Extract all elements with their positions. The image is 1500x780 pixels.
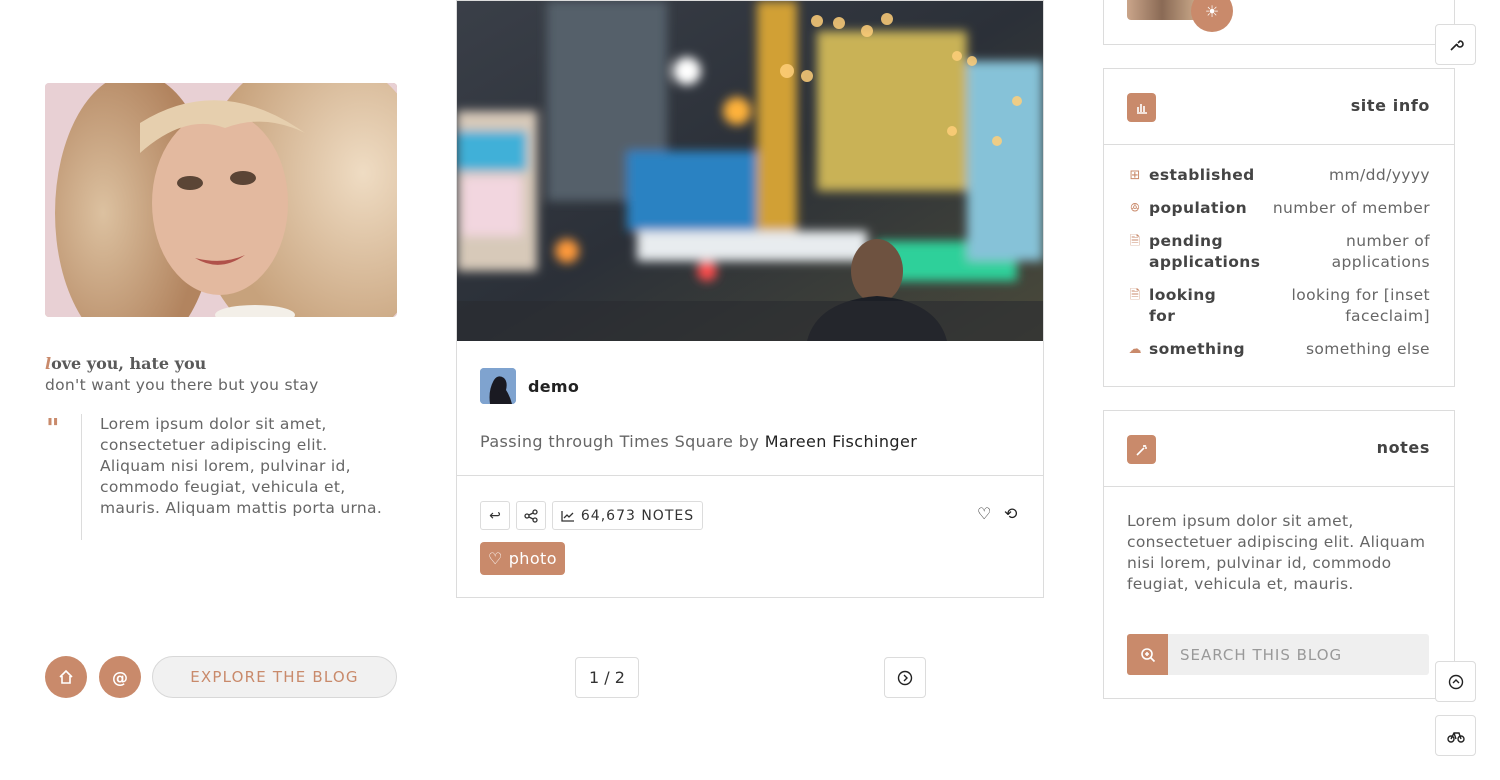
customize-button[interactable] — [1435, 24, 1476, 65]
info-row-looking-for: 🗎 looking for looking for [inset faceclai… — [1127, 285, 1430, 327]
arrow-up-circle-icon — [1448, 674, 1463, 689]
notes-button[interactable]: 64,673 NOTES — [552, 501, 703, 530]
reblog-source-button[interactable]: ↩ — [480, 501, 510, 530]
page-indicator: 1 / 2 — [575, 657, 639, 698]
chart-line-icon — [561, 510, 574, 522]
search-input[interactable] — [1168, 634, 1429, 675]
caption-link[interactable]: Mareen Fischinger — [765, 432, 917, 451]
info-row-pending: 🗎 pending applications number of applicat… — [1127, 231, 1430, 273]
info-key: pending applications — [1149, 232, 1261, 271]
notes-panel: notes Lorem ipsum dolor sit amet, consec… — [1103, 410, 1455, 699]
notes-header: notes — [1104, 411, 1454, 487]
search-icon — [1140, 647, 1155, 662]
scroll-top-button[interactable] — [1435, 661, 1476, 702]
heart-icon: ♡ — [488, 549, 503, 568]
theme-credit-button[interactable] — [1435, 715, 1476, 756]
info-value: something else — [1305, 340, 1430, 358]
magic-wand-icon — [1127, 435, 1156, 464]
tag-photo[interactable]: ♡ photo — [480, 542, 565, 575]
return-arrow-icon: ↩ — [489, 507, 501, 524]
bar-chart-icon — [1127, 93, 1156, 122]
blog-search — [1127, 634, 1429, 675]
post-card: demo Passing through Times Square by Mar… — [456, 0, 1044, 598]
at-icon: @ — [112, 667, 128, 687]
info-row-something: ☁ something something else — [1127, 339, 1430, 360]
sidebar-thumbnail — [1127, 0, 1197, 20]
home-button[interactable] — [45, 656, 87, 698]
info-value: number of member — [1272, 199, 1430, 217]
theme-toggle-button[interactable]: ☀ — [1191, 0, 1233, 32]
notes-count: 64,673 NOTES — [580, 507, 695, 524]
subline: don't want you there but you stay — [45, 376, 319, 394]
sidebar-top-panel: ☀ — [1103, 0, 1455, 45]
search-button[interactable] — [1127, 634, 1168, 675]
explore-blog-button[interactable]: EXPLORE THE BLOG — [152, 656, 397, 698]
reblog-icon: ⟲ — [1004, 504, 1018, 523]
post-author[interactable]: demo — [480, 368, 579, 404]
site-info-list: ⊞ established mm/dd/yyyy ꔮ population numb… — [1104, 145, 1454, 360]
info-row-established: ⊞ established mm/dd/yyyy — [1127, 165, 1430, 186]
info-key: looking for — [1149, 286, 1217, 325]
reblog-button[interactable]: ⟲ — [1004, 504, 1017, 523]
ask-button[interactable]: @ — [99, 656, 141, 698]
author-name[interactable]: demo — [528, 377, 579, 396]
info-key: population — [1149, 199, 1248, 217]
site-info-header: site info — [1104, 69, 1454, 145]
site-info-panel: site info ⊞ established mm/dd/yyyy ꔮ popul… — [1103, 68, 1455, 387]
post-caption: Passing through Times Square by Mareen F… — [480, 432, 917, 451]
info-row-population: ꔮ population number of member — [1127, 198, 1430, 219]
tagline: love you, hate you — [45, 354, 405, 373]
info-value: looking for [inset faceclaim] — [1291, 286, 1430, 325]
notes-title: notes — [1376, 438, 1430, 457]
bike-icon — [1446, 731, 1465, 743]
share-button[interactable] — [516, 501, 546, 530]
header-portrait-image — [45, 83, 397, 317]
post-divider — [457, 475, 1043, 476]
cake-icon: ⊞ — [1129, 168, 1141, 183]
notes-text: Lorem ipsum dolor sit amet, consectetuer… — [1127, 512, 1426, 593]
tagline-rest: ove you, hate you — [51, 354, 207, 373]
info-key: something — [1149, 340, 1246, 358]
wrench-icon — [1449, 39, 1464, 51]
cloud-icon: ☁ — [1128, 342, 1142, 357]
document-plus-icon: 🗎 — [1129, 234, 1141, 249]
home-icon — [59, 669, 73, 684]
next-page-button[interactable] — [884, 657, 926, 698]
people-icon: ꔮ — [1129, 201, 1141, 216]
document-search-icon: 🗎 — [1129, 288, 1141, 303]
caption-text: Passing through Times Square by — [480, 432, 765, 451]
tag-label: photo — [508, 549, 557, 568]
site-info-title: site info — [1350, 96, 1430, 115]
info-key: established — [1149, 166, 1255, 184]
info-value: mm/dd/yyyy — [1328, 166, 1430, 184]
quote-divider — [81, 414, 82, 540]
share-nodes-icon — [524, 508, 538, 523]
quote-icon: " — [46, 414, 60, 444]
avatar[interactable] — [480, 368, 516, 404]
sun-icon: ☀ — [1204, 1, 1220, 21]
like-button[interactable]: ♡ — [977, 504, 991, 523]
post-photo[interactable] — [457, 1, 1043, 341]
arrow-right-circle-icon — [897, 670, 913, 685]
quote-text: Lorem ipsum dolor sit amet, consectetuer… — [100, 415, 383, 517]
info-value: number of applications — [1331, 232, 1430, 271]
heart-icon: ♡ — [977, 504, 992, 523]
